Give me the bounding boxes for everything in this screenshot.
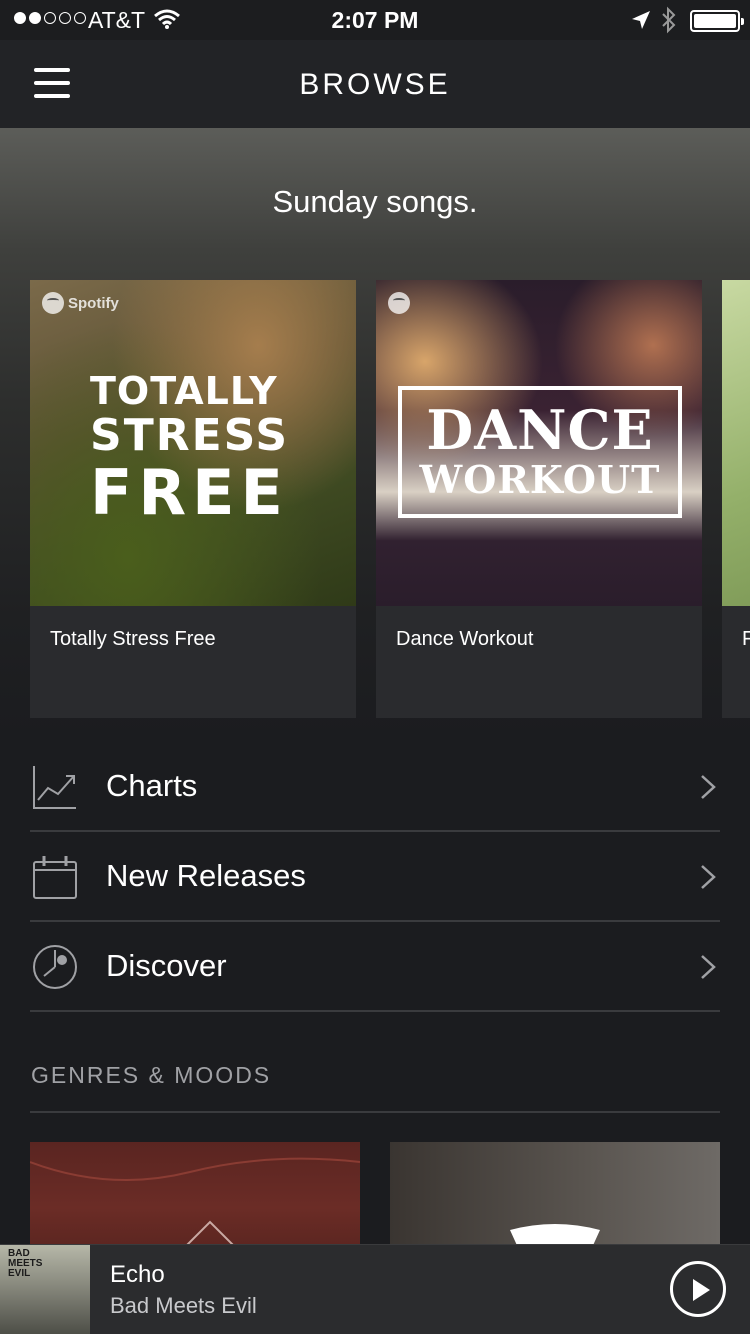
- cover-title: DANCE WORKOUT: [398, 386, 682, 518]
- battery-icon: [690, 10, 744, 32]
- nav-bar: BROWSE: [0, 40, 750, 128]
- now-playing-bar[interactable]: BAD MEETS EVIL Echo Bad Meets Evil: [0, 1244, 750, 1334]
- featured-section: Sunday songs. Spotify TOTALLY STRESS FRE…: [0, 128, 750, 738]
- chevron-right-icon: [701, 865, 716, 889]
- status-bar: AT&T 2:07 PM: [0, 0, 750, 40]
- browse-list: Charts New Releases Discover: [30, 742, 720, 1012]
- genre-tile[interactable]: [30, 1142, 360, 1252]
- bluetooth-icon: [662, 6, 676, 34]
- play-button[interactable]: [670, 1261, 726, 1317]
- playlist-card[interactable]: DANCE WORKOUT Dance Workout: [376, 280, 702, 718]
- playlist-name: Dance Workout: [396, 628, 534, 650]
- browse-item-label: Discover: [106, 948, 227, 983]
- featured-title: Sunday songs.: [272, 184, 478, 219]
- browse-item-charts[interactable]: Charts: [30, 742, 720, 832]
- album-art[interactable]: BAD MEETS EVIL: [0, 1245, 90, 1334]
- browse-item-discover[interactable]: Discover: [30, 922, 720, 1012]
- genres-header: GENRES & MOODS: [31, 1062, 272, 1088]
- playlist-cover: [722, 280, 750, 606]
- chevron-right-icon: [701, 775, 716, 799]
- browse-item-label: Charts: [106, 768, 198, 803]
- playlist-carousel[interactable]: Spotify TOTALLY STRESS FREE Totally Stre…: [30, 280, 750, 718]
- chart-icon: [33, 766, 76, 809]
- playlist-name: F: [742, 628, 750, 650]
- playlist-cover: DANCE WORKOUT: [376, 280, 702, 606]
- spotify-logo-icon: Spotify: [42, 292, 119, 314]
- calendar-icon: [33, 856, 77, 899]
- track-title: Echo: [110, 1261, 165, 1288]
- playlist-cover: Spotify TOTALLY STRESS FREE: [30, 280, 356, 606]
- browse-item-new-releases[interactable]: New Releases: [30, 832, 720, 922]
- track-artist: Bad Meets Evil: [110, 1293, 257, 1318]
- divider: [30, 1111, 720, 1113]
- genre-tile[interactable]: [390, 1142, 720, 1252]
- playlist-name: Totally Stress Free: [50, 628, 216, 650]
- spotify-logo-icon: [388, 292, 410, 314]
- genre-image: [510, 1224, 600, 1252]
- cover-title: TOTALLY STRESS FREE: [90, 369, 290, 529]
- genre-image: [30, 1157, 360, 1252]
- playlist-card[interactable]: F: [722, 280, 750, 718]
- chevron-right-icon: [701, 955, 716, 979]
- discover-icon: [33, 945, 77, 989]
- page-title: BROWSE: [299, 68, 451, 101]
- location-icon: [632, 11, 650, 29]
- browse-item-label: New Releases: [106, 858, 306, 893]
- playlist-card[interactable]: Spotify TOTALLY STRESS FREE Totally Stre…: [30, 280, 356, 718]
